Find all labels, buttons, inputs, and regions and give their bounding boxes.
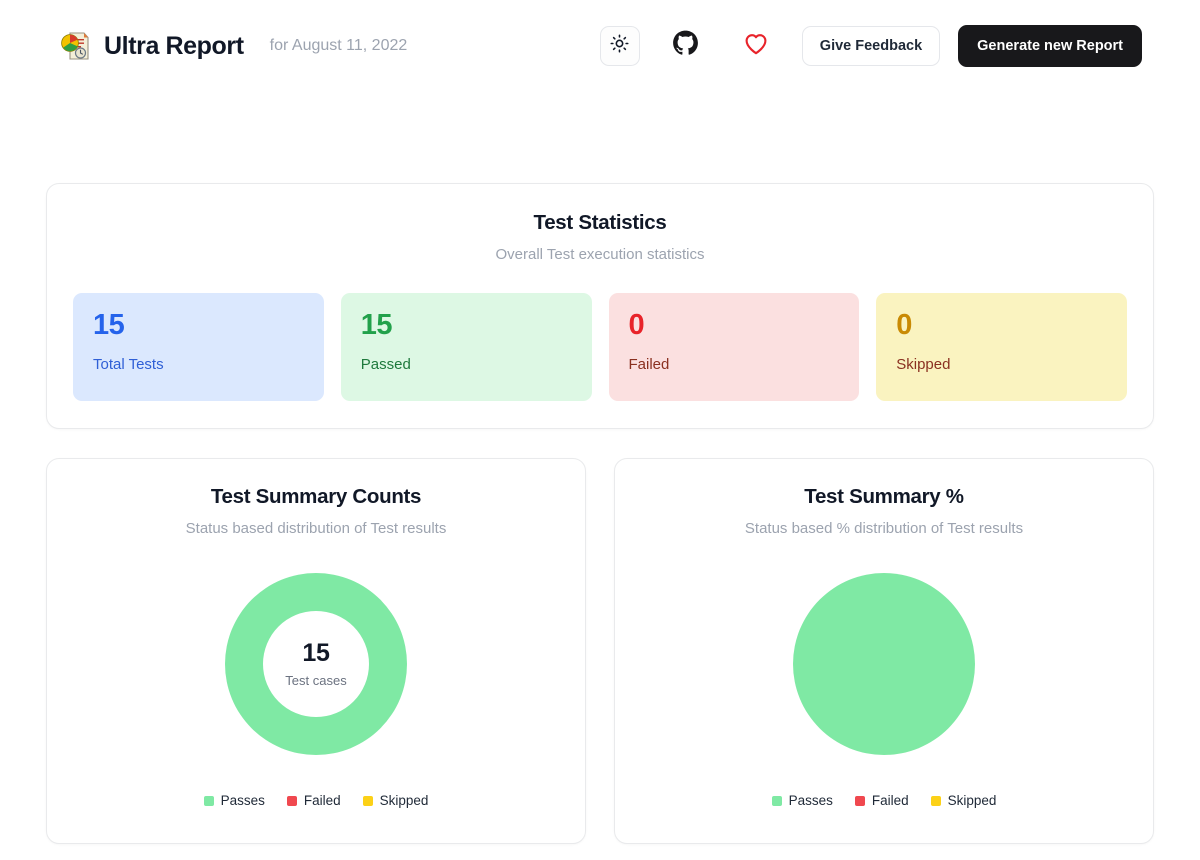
main-content: Test Statistics Overall Test execution s…: [0, 183, 1200, 844]
pie-chart[interactable]: [793, 573, 975, 755]
legend-item-passes[interactable]: Passes: [203, 793, 265, 808]
stat-value-passed: 15: [360, 309, 393, 341]
github-link[interactable]: [664, 26, 708, 66]
sponsor-button[interactable]: [734, 26, 778, 66]
stat-card-passed[interactable]: 15 Passed: [340, 293, 592, 401]
test-statistics-subtitle: Overall Test execution statistics: [495, 246, 705, 263]
donut-chart[interactable]: 15 Test cases: [225, 573, 407, 755]
test-statistics-title: Test Statistics: [533, 211, 667, 234]
stat-value-skipped: 0: [896, 309, 912, 341]
legend-label-failed: Failed: [303, 793, 341, 808]
legend-swatch-skipped: [930, 795, 941, 806]
test-summary-percent-title: Test Summary %: [804, 485, 964, 508]
stat-label-total-tests: Total Tests: [93, 356, 164, 373]
legend-label-skipped: Skipped: [379, 793, 429, 808]
legend-swatch-passes: [771, 795, 782, 806]
legend-swatch-failed: [286, 795, 297, 806]
stat-value-failed: 0: [628, 309, 645, 341]
counts-legend: Passes Failed Skipped: [67, 793, 565, 808]
legend-item-passes[interactable]: Passes: [771, 793, 833, 808]
test-summary-counts-card: Test Summary Counts Status based distrib…: [46, 458, 586, 844]
donut-center-value: 15: [302, 638, 330, 667]
legend-label-skipped: Skipped: [947, 793, 997, 808]
pie-chart-area: [635, 555, 1133, 773]
github-icon: [672, 30, 699, 62]
heart-icon: [744, 33, 768, 60]
page-title: Ultra Report: [104, 31, 244, 60]
charts-row: Test Summary Counts Status based distrib…: [46, 458, 1154, 844]
test-summary-counts-subtitle: Status based distribution of Test result…: [185, 520, 447, 537]
test-summary-percent-card: Test Summary % Status based % distributi…: [614, 458, 1154, 844]
donut-chart-area: 15 Test cases: [67, 555, 565, 773]
stat-cards-row: 15 Total Tests 15 Passed 0 Failed 0 Skip…: [73, 293, 1127, 401]
donut-center-caption: Test cases: [285, 672, 347, 688]
legend-item-skipped[interactable]: Skipped: [930, 793, 997, 808]
test-summary-percent-subtitle: Status based % distribution of Test resu…: [744, 520, 1024, 537]
stat-label-passed: Passed: [360, 356, 411, 373]
donut-center: 15 Test cases: [263, 611, 369, 717]
give-feedback-button[interactable]: Give Feedback: [801, 26, 941, 66]
legend-label-passes: Passes: [788, 793, 833, 808]
stat-card-failed[interactable]: 0 Failed: [608, 293, 860, 401]
legend-item-failed[interactable]: Failed: [286, 793, 341, 808]
generate-new-report-button[interactable]: Generate new Report: [958, 25, 1142, 67]
app-header: Ultra Report for August 11, 2022 Give Fe…: [0, 0, 1200, 92]
header-actions: Give Feedback Generate new Report: [599, 25, 1142, 67]
legend-label-failed: Failed: [871, 793, 909, 808]
legend-swatch-skipped: [362, 795, 373, 806]
stat-card-total-tests[interactable]: 15 Total Tests: [73, 293, 324, 401]
stat-label-failed: Failed: [628, 356, 670, 373]
legend-item-skipped[interactable]: Skipped: [362, 793, 429, 808]
sun-icon: [610, 34, 629, 58]
legend-swatch-failed: [854, 795, 865, 806]
legend-item-failed[interactable]: Failed: [854, 793, 909, 808]
stat-label-skipped: Skipped: [896, 356, 951, 373]
percent-legend: Passes Failed Skipped: [635, 793, 1133, 808]
report-date: for August 11, 2022: [269, 37, 408, 54]
theme-toggle-button[interactable]: [599, 26, 640, 66]
test-statistics-card: Test Statistics Overall Test execution s…: [46, 183, 1154, 429]
stat-value-total-tests: 15: [93, 309, 125, 341]
legend-swatch-passes: [203, 795, 214, 806]
pie-chart-report-icon: [60, 30, 90, 62]
legend-label-passes: Passes: [220, 793, 265, 808]
brand: Ultra Report for August 11, 2022: [60, 30, 407, 62]
stat-card-skipped[interactable]: 0 Skipped: [876, 293, 1127, 401]
test-summary-counts-title: Test Summary Counts: [210, 485, 422, 508]
